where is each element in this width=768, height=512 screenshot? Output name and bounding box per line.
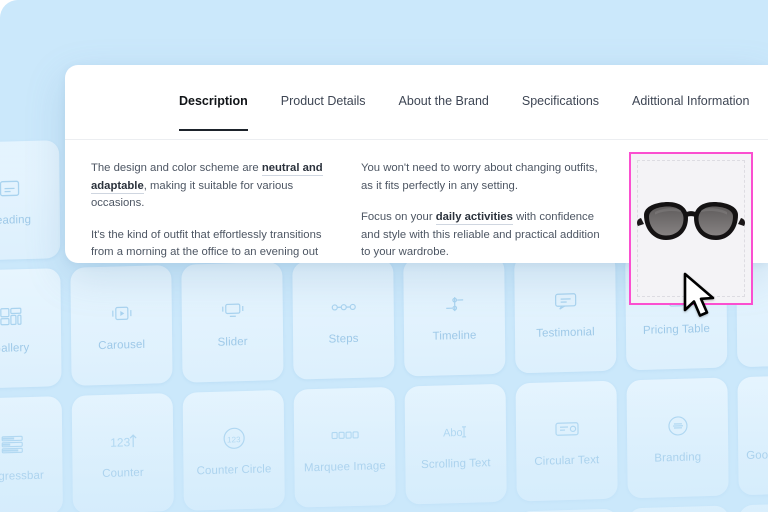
widget-card-label: Google Reviews — [746, 447, 768, 462]
svg-text:Abo: Abo — [442, 426, 462, 439]
widget-card-label: Progressbar — [0, 469, 44, 483]
widget-card-label: Counter Circle — [196, 462, 272, 477]
widget-card-label: Gallery — [0, 341, 30, 355]
description-paragraph: The design and color scheme are neutral … — [91, 160, 331, 213]
widget-card-testimonial[interactable]: Testimonial — [514, 252, 617, 374]
widget-card-progressbar[interactable]: Progressbar — [0, 396, 63, 512]
widget-card-gallery[interactable]: Gallery — [0, 268, 62, 389]
widget-card-counter-circle[interactable]: 123 Counter Circle — [182, 389, 285, 511]
widget-card-label: Heading — [0, 213, 32, 227]
description-paragraph: Focus on your daily activities with conf… — [361, 209, 601, 262]
tab-label: Description — [179, 94, 248, 108]
tab-adittional-information[interactable]: Adittional Information — [632, 94, 749, 110]
description-paragraph: It's the kind of outfit that effortlessl… — [91, 227, 331, 264]
paragraph-text: It's the kind of outfit that effortlessl… — [91, 228, 322, 259]
widget-card-label: Steps — [328, 332, 359, 346]
svg-text:123: 123 — [110, 435, 130, 450]
heading-icon — [0, 175, 24, 202]
widget-card-hotspot[interactable]: Hotspot — [738, 502, 768, 512]
steps-icon — [328, 293, 358, 320]
product-tab-bar[interactable]: Description Product Details About the Bran… — [65, 65, 768, 140]
widget-card-label: Circular Text — [534, 453, 600, 468]
screenshot-root: HeadingImage BoxIcon BoxButtonDividerSpa… — [0, 0, 768, 512]
widget-card-counter[interactable]: 123 Counter — [71, 393, 174, 512]
widget-card-carousel[interactable]: Carousel — [70, 265, 173, 386]
slider-icon — [217, 296, 247, 323]
widget-card-label: Branding — [654, 450, 702, 465]
progressbar-icon — [0, 431, 27, 458]
tab-label: Adittional Information — [632, 94, 750, 108]
branding-icon — [662, 412, 692, 439]
marquee-image-icon — [329, 421, 359, 448]
mouse-pointer-icon — [683, 272, 715, 317]
widget-card-branding[interactable]: Branding — [626, 377, 729, 499]
widget-card-label: Pricing Table — [642, 322, 710, 337]
widget-card-slider[interactable]: Slider — [181, 261, 284, 383]
tab-description[interactable]: Description — [179, 94, 248, 131]
description-column-1: The design and color scheme are neutral … — [91, 160, 337, 263]
description-paragraph: You won't need to worry about changing o… — [361, 160, 601, 195]
paragraph-text: The design and color scheme are — [91, 162, 262, 174]
widget-card-label: Slider — [217, 335, 248, 349]
circular-text-icon — [551, 415, 581, 442]
gallery-icon — [0, 303, 26, 330]
timeline-icon — [439, 290, 469, 317]
widget-card-label: Carousel — [98, 338, 146, 352]
svg-text:123: 123 — [227, 435, 241, 444]
testimonial-icon — [550, 287, 580, 314]
tab-label: About the Brand — [398, 94, 489, 108]
paragraph-text: You won't need to worry about changing o… — [361, 162, 598, 192]
widget-card-google-reviews[interactable]: 8Google Reviews — [737, 374, 768, 496]
widget-card-timeline[interactable]: Timeline — [403, 255, 506, 377]
counter-icon: 123 — [108, 428, 138, 455]
widget-card-steps[interactable]: Steps — [292, 258, 395, 380]
widget-card-label: Testimonial — [536, 325, 595, 340]
tab-label: Specifications — [521, 94, 600, 108]
widget-card-side-icons[interactable]: Side Icons — [627, 505, 731, 512]
widget-card-scrolling-text[interactable]: Abo Scrolling Text — [404, 383, 507, 505]
widget-card-circular-text[interactable]: Circular Text — [515, 380, 618, 502]
sunglasses-product-image — [637, 202, 745, 241]
carousel-icon — [106, 300, 136, 327]
widget-card-label: Marquee Image — [303, 459, 386, 474]
tab-about-the-brand[interactable]: About the Brand — [399, 94, 489, 110]
counter-circle-icon: 123 — [219, 424, 249, 451]
description-column-2: You won't need to worry about changing o… — [361, 160, 607, 263]
widget-card-popup-bar[interactable]: Popup Bar — [516, 508, 620, 512]
widget-card-heading[interactable]: Heading — [0, 140, 61, 261]
widget-card-marquee-image[interactable]: Marquee Image — [293, 386, 396, 508]
paragraph-text: Focus on your — [361, 211, 436, 223]
scrolling-text-icon: Abo — [440, 418, 470, 445]
tab-specifications[interactable]: Specifications — [522, 94, 599, 110]
widget-card-label: Scrolling Text — [421, 456, 491, 471]
widget-card-label: Timeline — [432, 329, 477, 343]
tab-label: Product Details — [280, 94, 366, 108]
highlighted-text: daily activities — [435, 211, 513, 225]
tab-product-details[interactable]: Product Details — [281, 94, 366, 110]
widget-card-label: Counter — [102, 466, 144, 480]
